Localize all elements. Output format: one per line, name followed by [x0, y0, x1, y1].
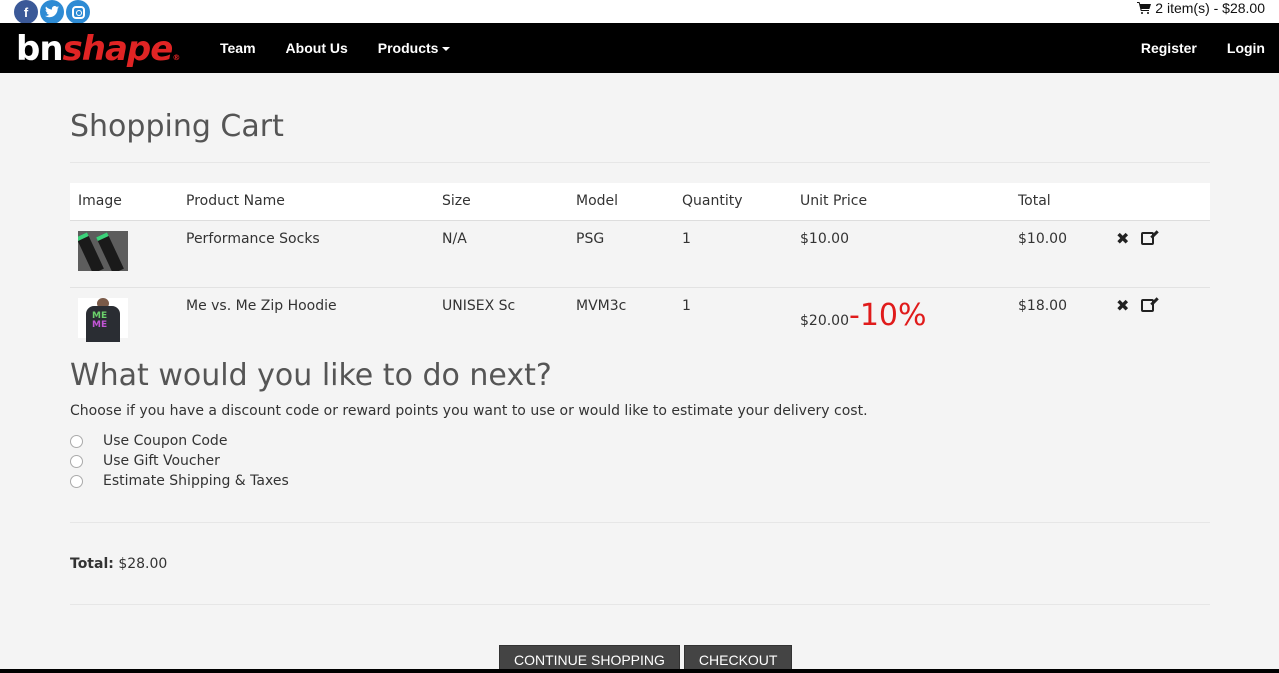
twitter-icon[interactable]	[40, 0, 64, 24]
product-thumbnail[interactable]: ME ME	[78, 297, 128, 342]
edit-icon[interactable]	[1141, 232, 1155, 245]
cart-table: Image Product Name Size Model Quantity U…	[70, 183, 1210, 354]
col-total: Total	[1010, 183, 1108, 221]
next-steps-description: Choose if you have a discount code or re…	[70, 403, 868, 419]
logo[interactable]: bn shape ®	[16, 29, 180, 69]
main-content: Shopping Cart Image Product Name Size Mo…	[70, 73, 1210, 605]
discount-badge: -10%	[849, 297, 927, 333]
option-coupon[interactable]: Use Coupon Code	[70, 431, 1210, 451]
unit-price: $20.00-10%	[792, 287, 1010, 354]
product-quantity: 1	[682, 230, 691, 247]
nav-links: Team About Us Products	[220, 23, 451, 73]
product-quantity: 1	[682, 297, 691, 314]
table-header: Image Product Name Size Model Quantity U…	[70, 183, 1210, 221]
col-unit-price: Unit Price	[792, 183, 1010, 221]
nav-account: Register Login	[1141, 23, 1265, 73]
col-actions	[1108, 183, 1210, 221]
product-model: PSG	[576, 230, 605, 247]
cart-summary-text: 2 item(s) - $28.00	[1155, 0, 1265, 16]
product-name[interactable]: Performance Socks	[178, 220, 434, 287]
facebook-icon[interactable]: f	[14, 0, 38, 24]
line-total: $18.00	[1018, 297, 1067, 314]
remove-icon[interactable]: ✖	[1116, 230, 1129, 247]
top-strip: f 2 item(s) - $28.00	[0, 0, 1279, 24]
col-product-name: Product Name	[178, 183, 434, 221]
navbar: bn shape ® Team About Us Products Register…	[0, 23, 1279, 73]
nav-about-us[interactable]: About Us	[286, 40, 348, 56]
cart-total: Total: $28.00	[70, 556, 168, 572]
remove-icon[interactable]: ✖	[1116, 297, 1129, 314]
window-bottom-edge	[0, 669, 1279, 673]
radio-button[interactable]	[70, 474, 83, 488]
table-row: Performance Socks N/A PSG 1 $10.00 $10.0…	[70, 220, 1210, 287]
col-quantity: Quantity	[674, 183, 792, 221]
nav-login[interactable]: Login	[1227, 40, 1265, 56]
social-links: f	[14, 0, 90, 24]
caret-down-icon	[442, 47, 451, 52]
edit-icon[interactable]	[1141, 299, 1155, 312]
col-image: Image	[70, 183, 178, 221]
nav-products[interactable]: Products	[378, 40, 451, 56]
divider	[70, 162, 1210, 163]
product-name[interactable]: Me vs. Me Zip Hoodie	[178, 287, 434, 354]
line-total: $10.00	[1018, 230, 1067, 247]
unit-price: $10.00	[800, 230, 849, 247]
original-price: $20.00	[800, 312, 849, 329]
cart-summary[interactable]: 2 item(s) - $28.00	[1137, 0, 1265, 16]
product-size: N/A	[442, 230, 467, 247]
option-gift-voucher[interactable]: Use Gift Voucher	[70, 451, 1210, 471]
next-steps-options: Use Coupon Code Use Gift Voucher Estimat…	[70, 431, 1210, 491]
cart-icon	[1137, 2, 1152, 14]
next-steps-title: What would you like to do next?	[70, 358, 552, 393]
divider	[70, 604, 1210, 605]
col-model: Model	[568, 183, 674, 221]
radio-button[interactable]	[70, 454, 83, 468]
col-size: Size	[434, 183, 568, 221]
product-size: UNISEX Sc	[442, 297, 516, 314]
instagram-icon[interactable]	[66, 0, 90, 24]
nav-register[interactable]: Register	[1141, 40, 1197, 56]
divider	[70, 522, 1210, 523]
page-title: Shopping Cart	[70, 109, 284, 144]
product-thumbnail[interactable]	[78, 230, 128, 271]
nav-team[interactable]: Team	[220, 40, 256, 56]
product-model: MVM3c	[576, 297, 627, 314]
option-shipping[interactable]: Estimate Shipping & Taxes	[70, 471, 1210, 491]
table-row: ME ME Me vs. Me Zip Hoodie UNISEX Sc MVM3…	[70, 287, 1210, 354]
radio-button[interactable]	[70, 434, 83, 448]
